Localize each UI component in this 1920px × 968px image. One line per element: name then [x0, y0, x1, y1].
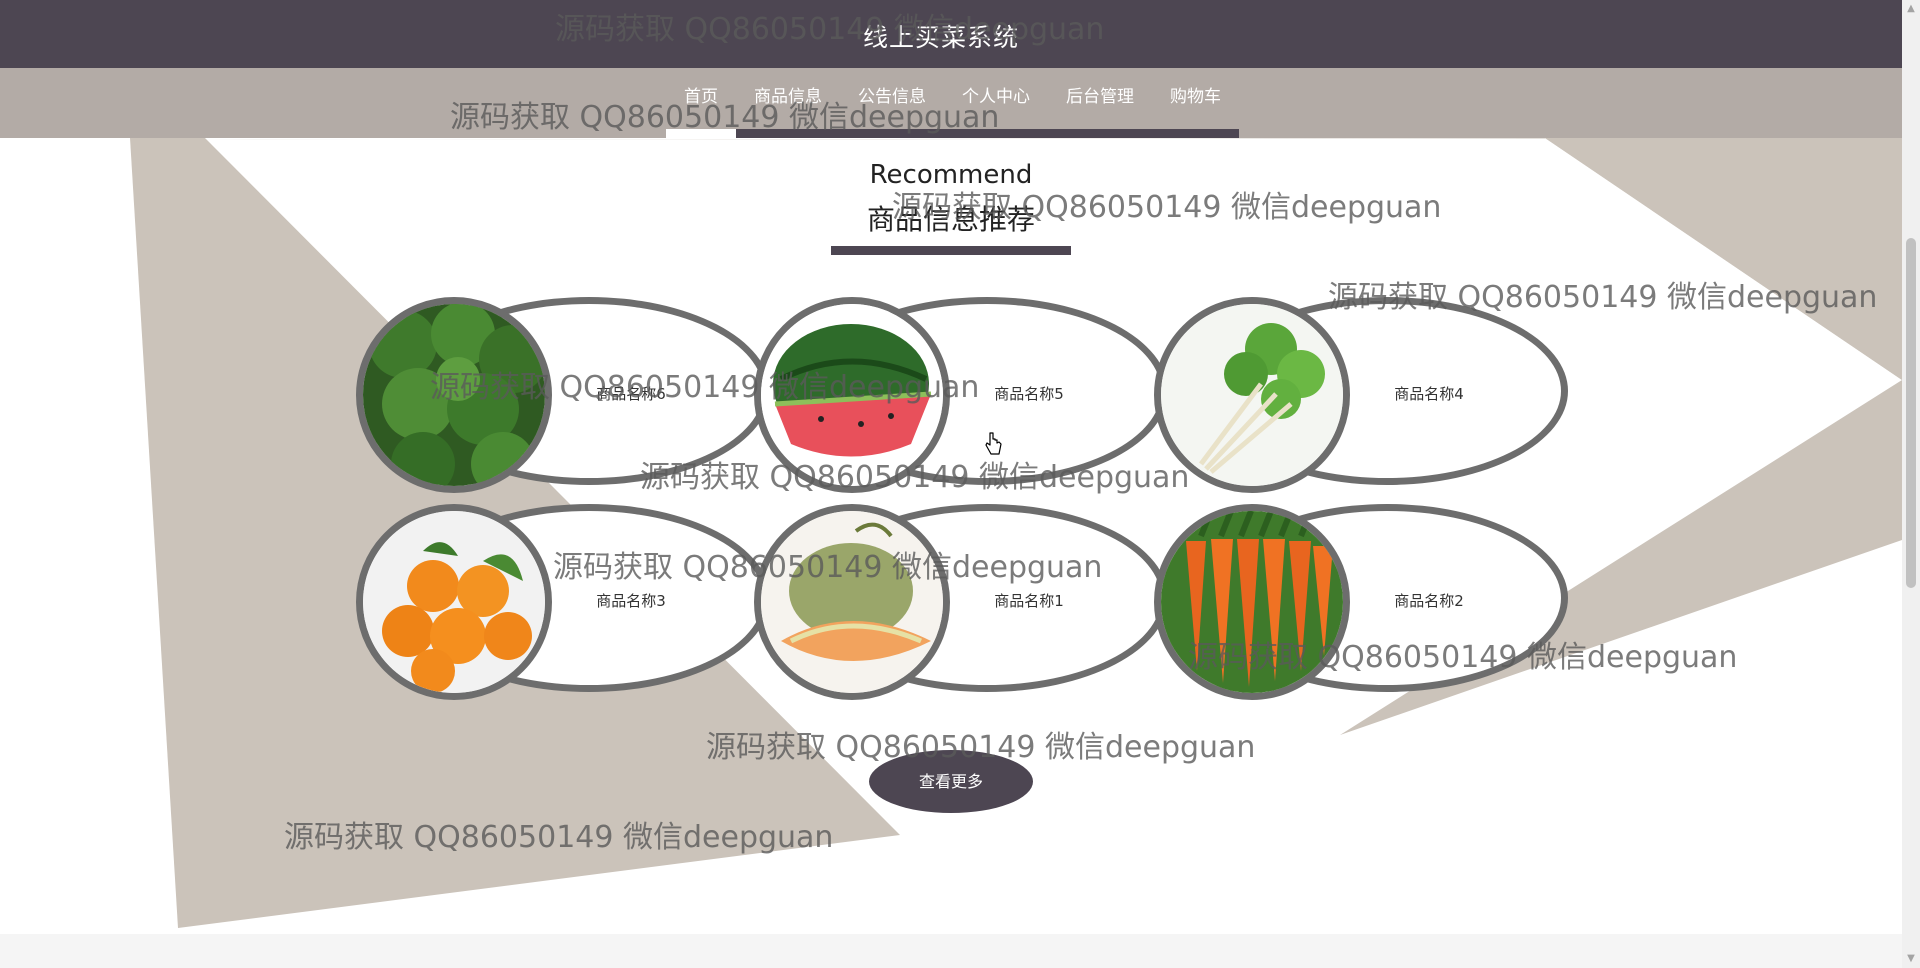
product-card[interactable]: 商品名称6: [356, 297, 776, 497]
product-name[interactable]: 商品名称6: [556, 383, 706, 404]
scroll-down-arrow-icon[interactable]: ▼: [1902, 950, 1920, 968]
nav-cart-label: 购物车: [1170, 87, 1221, 107]
nav-admin-label: 后台管理: [1066, 87, 1134, 107]
hand-cursor-icon: [985, 432, 1002, 455]
section-title-underline: [831, 246, 1071, 255]
nav-home[interactable]: 首页: [666, 68, 736, 138]
product-card[interactable]: 商品名称3: [356, 504, 776, 704]
product-name[interactable]: 商品名称4: [1354, 383, 1504, 404]
product-card[interactable]: 商品名称4: [1154, 297, 1574, 497]
nav-products[interactable]: 商品信息: [736, 68, 840, 138]
section-title-cn: 商品信息推荐: [866, 203, 1035, 236]
nav-home-label: 首页: [684, 87, 718, 107]
melon-image[interactable]: [754, 504, 950, 700]
view-more-button[interactable]: 查看更多: [869, 750, 1033, 813]
product-card[interactable]: 商品名称2: [1154, 504, 1574, 704]
product-card[interactable]: 商品名称1: [754, 504, 1174, 704]
nav-products-label: 商品信息: [754, 87, 822, 107]
watermelon-image[interactable]: [754, 297, 950, 493]
parsley-image[interactable]: [1154, 297, 1350, 493]
scrollbar-thumb[interactable]: [1906, 238, 1916, 588]
scroll-up-arrow-icon[interactable]: ▲: [1902, 0, 1920, 18]
product-name[interactable]: 商品名称5: [954, 383, 1104, 404]
main-nav: 首页 商品信息 公告信息 个人中心 后台管理 购物车: [0, 68, 1902, 138]
nav-admin[interactable]: 后台管理: [1048, 68, 1152, 138]
broccoli-image[interactable]: [356, 297, 552, 493]
site-header: 线上买菜系统: [0, 0, 1902, 68]
nav-cart[interactable]: 购物车: [1152, 68, 1239, 138]
product-name[interactable]: 商品名称1: [954, 590, 1104, 611]
nav-announcements-label: 公告信息: [858, 87, 926, 107]
page-scrollbar[interactable]: ▲ ▼: [1902, 0, 1920, 968]
nav-profile[interactable]: 个人中心: [944, 68, 1048, 138]
oranges-image[interactable]: [356, 504, 552, 700]
section-title-en: Recommend: [869, 160, 1033, 190]
nav-profile-label: 个人中心: [962, 87, 1030, 107]
page-footer: [0, 934, 1902, 968]
product-card[interactable]: 商品名称5: [754, 297, 1174, 497]
nav-announcements[interactable]: 公告信息: [840, 68, 944, 138]
site-title: 线上买菜系统: [862, 23, 1019, 52]
product-name[interactable]: 商品名称2: [1354, 590, 1504, 611]
carrots-image[interactable]: [1154, 504, 1350, 700]
product-name[interactable]: 商品名称3: [556, 590, 706, 611]
